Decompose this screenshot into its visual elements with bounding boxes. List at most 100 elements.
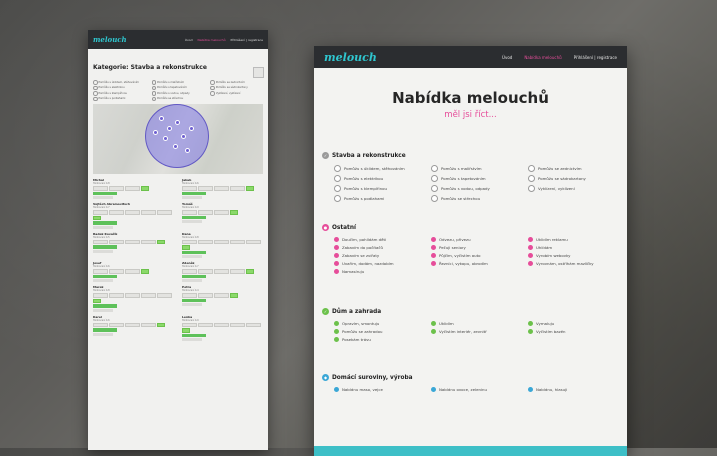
left-nav-login[interactable]: Přihlášení | registrace: [230, 38, 263, 42]
result-card[interactable]: Jakub Hodnocení 4.6: [182, 178, 263, 199]
checkbox-icon[interactable]: [431, 195, 438, 202]
category-item[interactable]: Uklidím: [431, 321, 528, 326]
checkbox-icon[interactable]: [334, 321, 339, 326]
contact-button[interactable]: [93, 304, 117, 308]
category-item[interactable]: Posekám trávu: [334, 337, 431, 342]
category-item[interactable]: Pomůžu s úklidem, stěhováním: [334, 165, 431, 172]
checkbox-icon[interactable]: [528, 185, 535, 192]
category-item[interactable]: Pomůžu s malířstvím: [431, 165, 528, 172]
category-heading[interactable]: ◆ Domácí suroviny, výroba: [322, 374, 622, 381]
left-category-checkbox[interactable]: Pomůžu se zednictvím: [210, 80, 263, 85]
contact-button[interactable]: [182, 250, 206, 254]
left-category-checkbox[interactable]: Vyklízení, vyklízení: [210, 91, 263, 96]
category-item[interactable]: Zabavím do počítačů: [334, 245, 431, 250]
category-item[interactable]: Vyrobím webovky: [528, 253, 625, 258]
result-card[interactable]: Vojtěch Abramovitsch Hodnocení 4.7: [93, 202, 174, 229]
contact-button[interactable]: [182, 333, 206, 337]
category-item[interactable]: Uvařím, dodám, nazdobím: [334, 261, 431, 266]
map-marker[interactable]: [175, 120, 180, 125]
left-logo[interactable]: melouch: [93, 35, 127, 44]
category-item[interactable]: Opravím, smontuju: [334, 321, 431, 326]
left-category-checkbox[interactable]: Pomůžu s podlahami: [93, 97, 146, 102]
contact-button[interactable]: [93, 274, 117, 278]
category-item[interactable]: Nabídnu, hlasuji: [528, 387, 625, 392]
category-item[interactable]: Pomůžu se zednictvím: [528, 165, 625, 172]
checkbox-icon[interactable]: [431, 237, 436, 242]
checkbox-icon[interactable]: [528, 387, 533, 392]
result-card[interactable]: Tomáš Hodnocení 4.9: [182, 202, 263, 229]
checkbox-icon[interactable]: [528, 321, 533, 326]
checkbox-icon[interactable]: [431, 175, 438, 182]
checkbox-icon[interactable]: [334, 185, 341, 192]
category-heading[interactable]: ✓ Stavba a rekonstrukce: [322, 152, 622, 159]
map-marker[interactable]: [185, 148, 190, 153]
category-item[interactable]: Pečuji seniory: [431, 245, 528, 250]
category-item[interactable]: Pomůžu se střechou: [431, 195, 528, 202]
map-marker[interactable]: [163, 136, 168, 141]
category-item[interactable]: Vyrovnám, ostříhám mazlíčky: [528, 261, 625, 266]
category-item[interactable]: Nabídnu ovoce, zeleninu: [431, 387, 528, 392]
checkbox-icon[interactable]: [431, 387, 436, 392]
checkbox-icon[interactable]: [431, 321, 436, 326]
checkbox-icon[interactable]: [334, 337, 339, 342]
checkbox-icon[interactable]: [431, 253, 436, 258]
map[interactable]: [93, 104, 263, 174]
checkbox-icon[interactable]: [431, 261, 436, 266]
filter-icon[interactable]: [253, 67, 264, 78]
checkbox-icon[interactable]: [431, 329, 436, 334]
result-card[interactable]: Radek Kovařík Hodnocení 4.5: [93, 232, 174, 259]
left-category-checkbox[interactable]: Pomůžu se střechou: [152, 97, 205, 102]
result-card[interactable]: Michal Hodnocení 4.8: [93, 178, 174, 199]
category-item[interactable]: Namasíruju: [334, 269, 431, 274]
checkbox-icon[interactable]: [528, 261, 533, 266]
result-card[interactable]: Lenka Hodnocení 4.9: [182, 315, 263, 341]
result-card[interactable]: Josef Hodnocení 4.6: [93, 261, 174, 282]
category-item[interactable]: Půjčím, vyčistím auto: [431, 253, 528, 258]
category-item[interactable]: Vyčistím bazén: [528, 329, 625, 334]
category-item[interactable]: Vyklízení, vyklízení: [528, 185, 625, 192]
checkbox-icon[interactable]: [431, 165, 438, 172]
category-item[interactable]: Pomůžu se sádrokartony: [528, 175, 625, 182]
result-card[interactable]: Karel Hodnocení 4.6: [93, 315, 174, 342]
checkbox-icon[interactable]: [334, 269, 339, 274]
category-item[interactable]: Pomůžu s vodou, odpady: [431, 185, 528, 192]
left-nav-offers[interactable]: Nabídka melouchů: [197, 38, 225, 42]
checkbox-icon[interactable]: [528, 175, 535, 182]
right-nav-login[interactable]: Přihlášení | registrace: [574, 55, 617, 60]
contact-button[interactable]: [93, 191, 117, 195]
checkbox-icon[interactable]: [528, 253, 533, 258]
checkbox-icon[interactable]: [528, 237, 533, 242]
category-heading[interactable]: ● Ostatní: [322, 224, 622, 231]
category-item[interactable]: Pomůžu s podlahami: [334, 195, 431, 202]
contact-button[interactable]: [182, 274, 206, 278]
contact-button[interactable]: [182, 215, 206, 219]
category-heading[interactable]: ✓ Dům a zahrada: [322, 308, 622, 315]
checkbox-icon[interactable]: [334, 237, 339, 242]
contact-button[interactable]: [182, 191, 206, 195]
category-item[interactable]: Doučím, pohlídám děti: [334, 237, 431, 242]
result-card[interactable]: Zdeněk Hodnocení 4.7: [182, 261, 263, 282]
checkbox-icon[interactable]: [334, 165, 341, 172]
checkbox-icon[interactable]: [528, 329, 533, 334]
map-marker[interactable]: [173, 144, 178, 149]
result-card[interactable]: Petra Hodnocení 4.4: [182, 285, 263, 312]
left-category-checkbox[interactable]: Pomůžu se sádrokartony: [210, 86, 263, 91]
checkbox-icon[interactable]: [334, 195, 341, 202]
left-category-checkbox[interactable]: Pomůžu s malířstvím: [152, 80, 205, 85]
category-item[interactable]: Uhlídám: [528, 245, 625, 250]
checkbox-icon[interactable]: [334, 175, 341, 182]
result-card[interactable]: Marek Hodnocení 4.8: [93, 285, 174, 312]
category-item[interactable]: Odvezu, přivezu: [431, 237, 528, 242]
contact-button[interactable]: [93, 245, 117, 249]
map-marker[interactable]: [159, 116, 164, 121]
category-item[interactable]: Řezníci, vykopu, obrodím: [431, 261, 528, 266]
left-category-checkbox[interactable]: Pomůžu s vodou, odpady: [152, 91, 205, 96]
checkbox-icon[interactable]: [334, 245, 339, 250]
category-item[interactable]: Nabídnu maso, vejce: [334, 387, 431, 392]
contact-button[interactable]: [182, 298, 206, 302]
category-item[interactable]: Pomůžu s elektrikou: [334, 175, 431, 182]
checkbox-icon[interactable]: [334, 387, 339, 392]
left-category-checkbox[interactable]: Pomůžu s tapetováním: [152, 86, 205, 91]
checkbox-icon[interactable]: [431, 185, 438, 192]
left-category-checkbox[interactable]: Pomůžu s úklidem, stěhováním: [93, 80, 146, 85]
